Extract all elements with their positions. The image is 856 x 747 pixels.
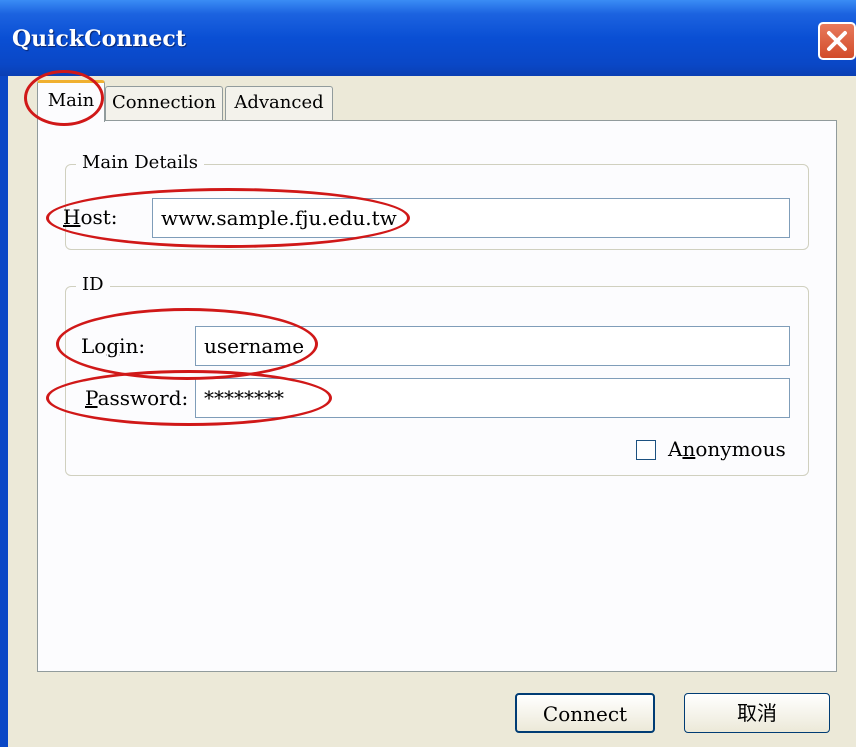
host-label-access-key: H — [63, 205, 81, 229]
anonymous-checkbox[interactable] — [636, 440, 656, 460]
password-label-access-key: P — [85, 386, 98, 410]
title-bar[interactable]: QuickConnect — [0, 0, 856, 76]
anonymous-label-access-key: n — [682, 437, 696, 461]
close-icon — [827, 31, 847, 51]
tab-connection-label: Connection — [112, 92, 216, 113]
login-label-text: in: — [119, 334, 146, 358]
host-input[interactable]: www.sample.fju.edu.tw — [152, 198, 790, 238]
host-label-text: ost: — [80, 205, 118, 229]
login-label-access-key: g — [106, 334, 120, 358]
password-label-text: assword: — [97, 386, 189, 410]
main-details-legend: Main Details — [76, 152, 205, 173]
anonymous-label-text: onymous — [695, 437, 786, 461]
connect-button[interactable]: Connect — [515, 693, 655, 733]
tab-advanced-label: Advanced — [234, 92, 324, 113]
anonymous-label: Anonymous — [668, 437, 786, 461]
login-label-pre: Lo — [81, 334, 107, 358]
password-input[interactable]: ******** — [195, 378, 790, 418]
quickconnect-dialog: QuickConnect Main Connection Advanced Ma… — [0, 0, 856, 747]
id-legend: ID — [76, 274, 110, 295]
login-label: Login: — [81, 334, 145, 358]
close-button[interactable] — [818, 22, 856, 60]
cancel-button[interactable]: 取消 — [684, 693, 830, 733]
tab-main-label: Main — [47, 90, 95, 111]
host-label: Host: — [63, 205, 118, 229]
tab-advanced[interactable]: Advanced — [225, 86, 333, 120]
password-label: Password: — [85, 386, 188, 410]
tab-main[interactable]: Main — [37, 80, 105, 122]
tab-connection[interactable]: Connection — [105, 86, 223, 120]
login-input[interactable]: username — [195, 326, 790, 366]
window-left-border — [0, 76, 8, 747]
window-title: QuickConnect — [12, 26, 186, 52]
anonymous-label-pre: A — [668, 437, 683, 461]
